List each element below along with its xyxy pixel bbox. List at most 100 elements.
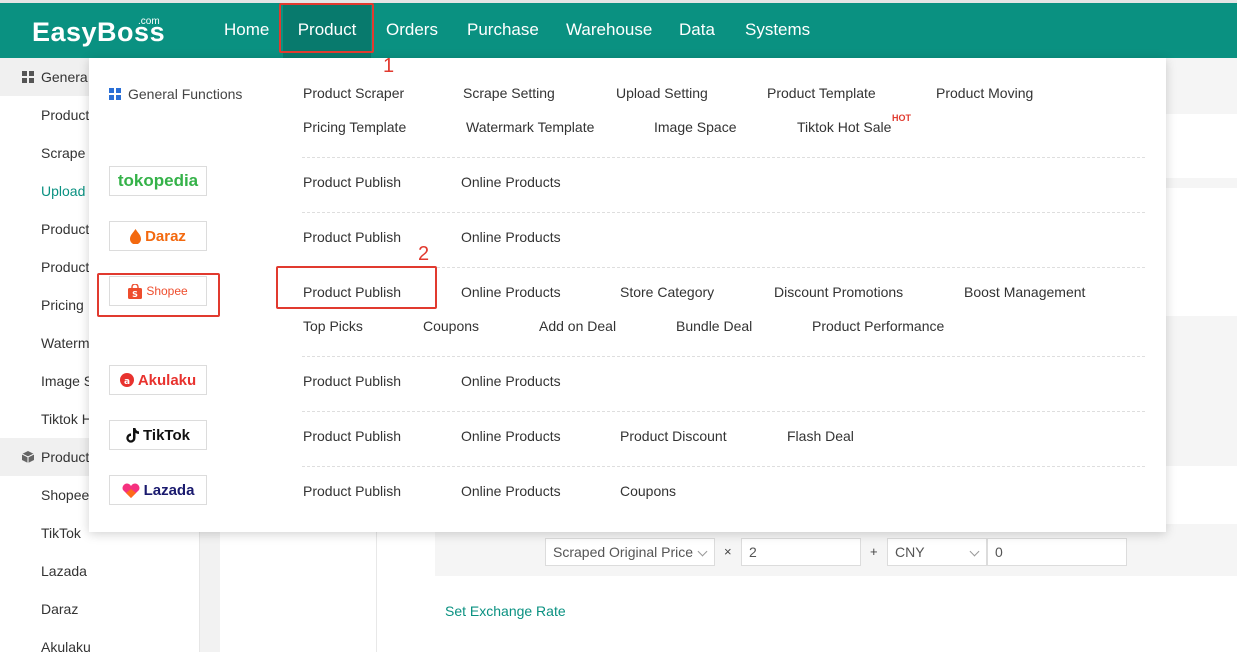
tiktok-product-discount[interactable]: Product Discount: [620, 428, 727, 444]
nav-data[interactable]: Data: [671, 3, 723, 58]
logo-com-suffix: .com: [138, 16, 160, 27]
akulaku-online-products[interactable]: Online Products: [461, 373, 561, 389]
shopee-boost-management[interactable]: Boost Management: [964, 284, 1085, 300]
currency-select[interactable]: CNY: [887, 538, 987, 566]
shopee-product-performance[interactable]: Product Performance: [812, 318, 944, 334]
chevron-down-icon: [697, 546, 708, 557]
shopee-bundle-deal[interactable]: Bundle Deal: [676, 318, 752, 334]
shopee-online-products[interactable]: Online Products: [461, 284, 561, 300]
nav-purchase[interactable]: Purchase: [459, 3, 547, 58]
sidebar-group-label: Genera: [41, 69, 88, 85]
menu-pricing-template[interactable]: Pricing Template: [303, 119, 406, 135]
tiktok-online-products[interactable]: Online Products: [461, 428, 561, 444]
menu-tiktok-hot-sale[interactable]: Tiktok Hot Sale: [797, 119, 891, 135]
lazada-product-publish[interactable]: Product Publish: [303, 483, 401, 499]
sidebar-item-active[interactable]: Upload: [41, 181, 85, 201]
top-navigation-bar: EasyBoss .com Home Product Orders Purcha…: [0, 0, 1237, 58]
hot-badge: HOT: [892, 113, 911, 123]
shopee-top-picks[interactable]: Top Picks: [303, 318, 363, 334]
daraz-online-products[interactable]: Online Products: [461, 229, 561, 245]
sidebar-item[interactable]: Tiktok H: [41, 409, 92, 429]
general-functions-text: General Functions: [128, 86, 243, 102]
menu-product-scraper[interactable]: Product Scraper: [303, 85, 404, 101]
multiplier-input[interactable]: 2: [741, 538, 861, 566]
sidebar-item[interactable]: Product: [41, 105, 89, 125]
menu-watermark-template[interactable]: Watermark Template: [466, 119, 594, 135]
sidebar-item[interactable]: Product: [41, 257, 89, 277]
sidebar-item[interactable]: Scrape: [41, 143, 85, 163]
nav-orders[interactable]: Orders: [378, 3, 446, 58]
sidebar-item[interactable]: TikTok: [41, 523, 81, 543]
menu-divider: [302, 157, 1145, 158]
daraz-logo-text: Daraz: [145, 227, 186, 245]
annotation-step-2: 2: [418, 243, 430, 265]
sidebar-item[interactable]: Pricing: [41, 295, 84, 315]
shopee-store-category[interactable]: Store Category: [620, 284, 714, 300]
tiktok-logo-text: TikTok: [143, 426, 190, 444]
daraz-logo: Daraz: [109, 221, 207, 251]
akulaku-product-publish[interactable]: Product Publish: [303, 373, 401, 389]
annotation-step-1: 1: [383, 55, 395, 77]
svg-text:S: S: [132, 290, 138, 299]
price-source-value: Scraped Original Price: [553, 544, 694, 560]
sidebar-item[interactable]: Product: [41, 219, 89, 239]
tiktok-logo: TikTok: [109, 420, 207, 450]
menu-divider: [302, 466, 1145, 467]
tiktok-note-icon: [126, 427, 140, 443]
sidebar-item[interactable]: Waterm: [41, 333, 89, 353]
lazada-coupons[interactable]: Coupons: [620, 483, 676, 499]
shopee-add-on-deal[interactable]: Add on Deal: [539, 318, 616, 334]
price-source-select[interactable]: Scraped Original Price: [545, 538, 715, 566]
nav-home[interactable]: Home: [216, 3, 277, 58]
lazada-heart-icon: [122, 483, 140, 498]
daraz-product-publish[interactable]: Product Publish: [303, 229, 401, 245]
tiktok-flash-deal[interactable]: Flash Deal: [787, 428, 854, 444]
lazada-online-products[interactable]: Online Products: [461, 483, 561, 499]
nav-warehouse[interactable]: Warehouse: [558, 3, 660, 58]
sidebar-group-label: Product: [41, 449, 90, 465]
menu-divider: [302, 267, 1145, 268]
tiktok-product-publish[interactable]: Product Publish: [303, 428, 401, 444]
sidebar-item[interactable]: Lazada: [41, 561, 87, 581]
tokopedia-logo-text: tokopedia: [117, 171, 199, 190]
menu-image-space[interactable]: Image Space: [654, 119, 737, 135]
shopee-discount-promotions[interactable]: Discount Promotions: [774, 284, 903, 300]
shopee-product-publish[interactable]: Product Publish: [303, 284, 401, 300]
nav-systems[interactable]: Systems: [737, 3, 818, 58]
sidebar-item[interactable]: Shopee: [41, 485, 89, 505]
shopee-bag-icon: S: [128, 283, 143, 299]
tokopedia-logo: tokopedia: [109, 166, 207, 196]
svg-text:a: a: [124, 377, 130, 387]
menu-divider: [302, 411, 1145, 412]
shopee-logo-text: Shopee: [146, 284, 188, 298]
plus-operator: +: [870, 544, 878, 559]
akulaku-logo-text: Akulaku: [137, 371, 197, 389]
chevron-down-icon: [969, 546, 980, 557]
general-functions-label: General Functions: [109, 86, 243, 102]
product-dropdown-menu: General Functions Product Scraper Scrape…: [89, 58, 1166, 532]
grid-icon: [22, 71, 34, 83]
nav-product[interactable]: Product: [283, 3, 371, 58]
menu-upload-setting[interactable]: Upload Setting: [616, 85, 708, 101]
lazada-logo: Lazada: [109, 475, 207, 505]
lazada-logo-text: Lazada: [143, 481, 195, 499]
set-exchange-rate-link[interactable]: Set Exchange Rate: [445, 603, 566, 619]
menu-divider: [302, 212, 1145, 213]
akulaku-circle-icon: a: [119, 373, 134, 387]
menu-product-template[interactable]: Product Template: [767, 85, 876, 101]
tokopedia-product-publish[interactable]: Product Publish: [303, 174, 401, 190]
menu-scrape-setting[interactable]: Scrape Setting: [463, 85, 555, 101]
sidebar-item[interactable]: Image S: [41, 371, 93, 391]
menu-divider: [302, 356, 1145, 357]
akulaku-logo: a Akulaku: [109, 365, 207, 395]
sidebar-item[interactable]: Akulaku: [41, 637, 91, 652]
cube-icon: [22, 451, 34, 463]
grid-icon: [109, 88, 121, 100]
daraz-flame-icon: [130, 228, 142, 244]
tokopedia-online-products[interactable]: Online Products: [461, 174, 561, 190]
menu-product-moving[interactable]: Product Moving: [936, 85, 1033, 101]
shopee-coupons[interactable]: Coupons: [423, 318, 479, 334]
sidebar-item[interactable]: Daraz: [41, 599, 78, 619]
shopee-logo: S Shopee: [109, 276, 207, 306]
addend-input[interactable]: 0: [987, 538, 1127, 566]
